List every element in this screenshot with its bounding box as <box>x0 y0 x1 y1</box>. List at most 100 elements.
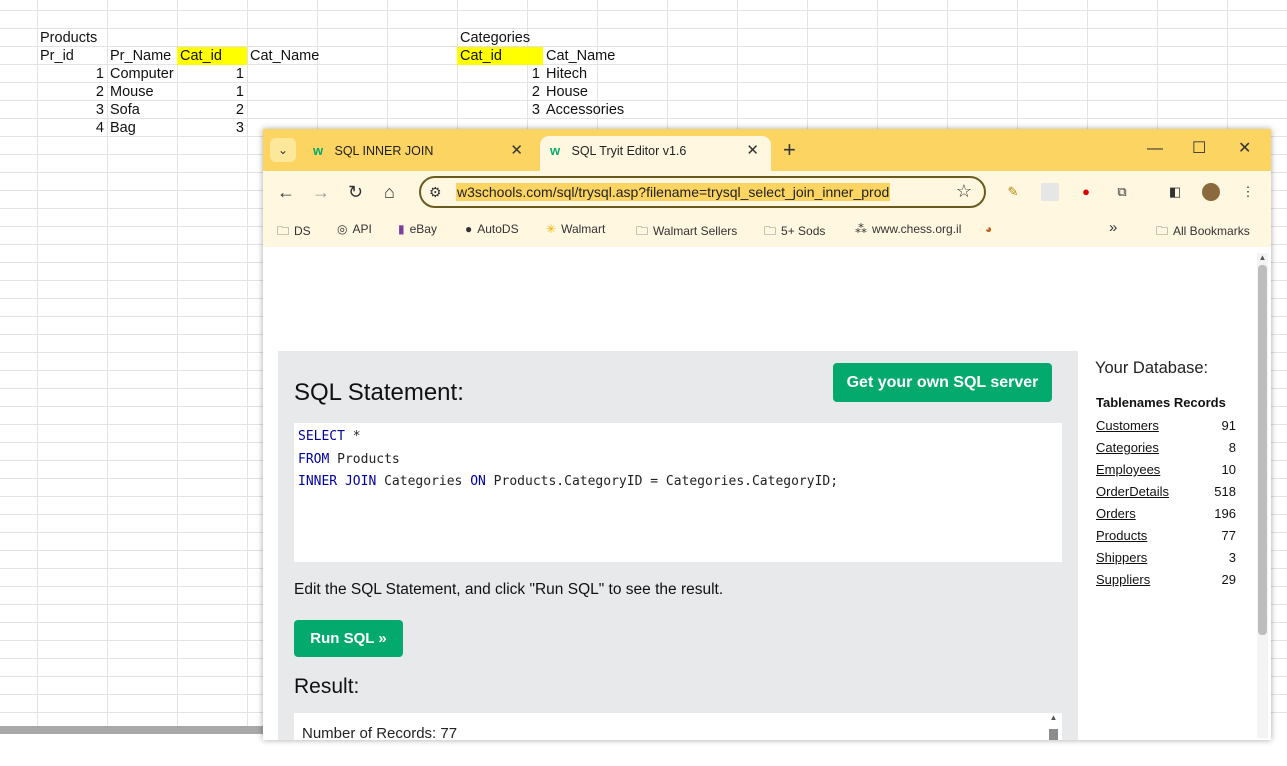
products-table-title: Products <box>40 30 98 46</box>
sql-text: Categories <box>376 474 471 489</box>
product-id-cell[interactable]: 1 <box>37 65 107 83</box>
tab-sql-inner-join[interactable]: w SQL INNER JOIN ✕ <box>303 136 535 171</box>
browser-window[interactable]: ⌄ w SQL INNER JOIN ✕ w SQL Tryit Editor … <box>263 129 1271 740</box>
run-sql-button[interactable]: Run SQL » <box>294 620 403 657</box>
page-scroll-thumb[interactable] <box>1258 265 1267 635</box>
table-link[interactable]: Orders <box>1096 506 1136 521</box>
product-id-cell[interactable]: 3 <box>37 101 107 119</box>
side-panel-icon[interactable]: ◧ <box>1166 183 1184 201</box>
adblock-extension-icon[interactable]: ● <box>1077 183 1095 201</box>
site-info-icon[interactable]: ⚙ <box>429 184 442 201</box>
extensions-puzzle-icon[interactable]: ⧉ <box>1113 183 1131 201</box>
forward-icon[interactable]: → <box>312 181 330 203</box>
table-link[interactable]: OrderDetails <box>1096 484 1169 499</box>
header-cat-id: Cat_id <box>457 47 543 65</box>
category-id-cell[interactable]: 2 <box>457 83 543 101</box>
product-name-cell[interactable]: Sofa <box>107 101 177 119</box>
db-table-row[interactable]: Products 77 <box>1096 525 1236 547</box>
product-name-cell[interactable]: Mouse <box>107 83 177 101</box>
tab-title: SQL Tryit Editor v1.6 <box>571 144 687 158</box>
table-link[interactable]: Products <box>1096 528 1147 543</box>
table-link[interactable]: Categories <box>1096 440 1159 455</box>
db-table-row[interactable]: Employees 10 <box>1096 459 1236 481</box>
bookmark-chess[interactable]: ⁂ www.chess.org.il <box>855 222 961 236</box>
profile-avatar-icon[interactable] <box>1202 183 1220 201</box>
product-id-cell[interactable]: 4 <box>37 119 107 137</box>
db-table-row[interactable]: OrderDetails 518 <box>1096 481 1236 503</box>
bookmark-api[interactable]: ◎ API <box>337 222 372 236</box>
blank-extension-icon[interactable] <box>1041 183 1059 201</box>
sheet-horizontal-scrollbar[interactable] <box>0 726 263 734</box>
more-bookmarks-chevron-icon[interactable]: » <box>1109 219 1117 236</box>
all-bookmarks-label: All Bookmarks <box>1173 224 1250 238</box>
bookmark-walmart-sellers[interactable]: 🗀 Walmart Sellers <box>636 222 737 243</box>
sql-text: * <box>344 429 361 444</box>
result-scrollbar[interactable]: ▲ <box>1048 713 1059 740</box>
db-table-row[interactable]: Orders 196 <box>1096 503 1236 525</box>
record-count-cell: 77 <box>1221 528 1236 543</box>
table-link[interactable]: Customers <box>1096 418 1159 433</box>
db-table-row[interactable]: Categories 8 <box>1096 437 1236 459</box>
header-pr-id: Pr_id <box>40 48 74 64</box>
table-link[interactable]: Employees <box>1096 462 1160 477</box>
sql-keyword: FROM <box>298 451 330 467</box>
page-vertical-scrollbar[interactable]: ▲ <box>1257 253 1268 738</box>
product-name-cell[interactable]: Bag <box>107 119 177 137</box>
address-bar[interactable]: ⚙ w3schools.com/sql/trysql.asp?filename=… <box>419 176 986 208</box>
header-cat-name: Cat_Name <box>250 48 320 64</box>
result-scroll-thumb[interactable] <box>1049 729 1058 740</box>
scroll-up-arrow-icon[interactable]: ▲ <box>1048 713 1059 722</box>
css-extension-icon[interactable]: ✎ <box>1004 183 1022 201</box>
db-table-row[interactable]: Customers 91 <box>1096 415 1236 437</box>
close-tab-icon[interactable]: ✕ <box>510 136 523 166</box>
category-id-cell[interactable]: 3 <box>457 101 543 119</box>
category-name-cell[interactable]: House <box>543 83 643 101</box>
sql-editor[interactable]: SELECT * FROM Products INNER JOIN Catego… <box>294 423 1062 562</box>
home-icon[interactable]: ⌂ <box>384 181 395 203</box>
product-cat-cell[interactable]: 1 <box>177 65 247 83</box>
autods-icon: ● <box>465 222 473 236</box>
table-link[interactable]: Suppliers <box>1096 572 1150 587</box>
category-name-cell[interactable]: Hitech <box>543 65 643 83</box>
bookmark-ds[interactable]: 🗀 DS <box>277 222 311 243</box>
tab-sql-tryit-editor[interactable]: w SQL Tryit Editor v1.6 ✕ <box>540 136 771 171</box>
table-link[interactable]: Shippers <box>1096 550 1147 565</box>
reload-icon[interactable]: ↻ <box>348 181 363 203</box>
maximize-icon[interactable]: ☐ <box>1192 137 1206 161</box>
product-name-cell[interactable]: Computer <box>107 65 177 83</box>
scroll-up-arrow-icon[interactable]: ▲ <box>1257 253 1268 262</box>
folder-icon: 🗀 <box>764 224 777 238</box>
db-table-row[interactable]: Suppliers 29 <box>1096 569 1236 591</box>
product-id-cell[interactable]: 2 <box>37 83 107 101</box>
category-id-cell[interactable]: 1 <box>457 65 543 83</box>
tab-search-dropdown-icon[interactable]: ⌄ <box>270 138 296 162</box>
result-title: Result: <box>294 675 360 698</box>
product-cat-cell[interactable]: 1 <box>177 83 247 101</box>
minimize-icon[interactable]: — <box>1147 137 1163 161</box>
get-own-sql-server-button[interactable]: Get your own SQL server <box>833 363 1052 402</box>
menu-kebab-icon[interactable]: ⋮ <box>1239 183 1257 201</box>
ebay-icon: ▮ <box>398 222 405 236</box>
db-table-row[interactable]: Shippers 3 <box>1096 547 1236 569</box>
bookmark-autods[interactable]: ● AutoDS <box>465 222 519 236</box>
product-cat-cell[interactable]: 3 <box>177 119 247 137</box>
bookmark-5-sods[interactable]: 🗀 5+ Sods <box>764 222 825 243</box>
close-tab-icon[interactable]: ✕ <box>746 136 759 166</box>
bookmark-ebay[interactable]: ▮ eBay <box>398 222 437 236</box>
back-icon[interactable]: ← <box>277 181 295 203</box>
url-text[interactable]: w3schools.com/sql/trysql.asp?filename=tr… <box>456 183 891 201</box>
bookmarks-bar: 🗀 DS ◎ API ▮ eBay ● AutoDS ✳ Walmart 🗀 Walmart… <box>263 213 1271 247</box>
category-name-cell[interactable]: Accessories <box>543 101 643 119</box>
record-count-cell: 3 <box>1228 550 1236 565</box>
folder-icon: 🗀 <box>277 224 290 238</box>
bookmark-star-icon[interactable]: ☆ <box>956 181 972 202</box>
product-cat-cell[interactable]: 2 <box>177 101 247 119</box>
sql-keyword: SELECT <box>298 429 345 444</box>
page-viewport[interactable]: Get your own SQL server SQL Statement: S… <box>263 247 1271 740</box>
bookmark-label: 5+ Sods <box>781 224 826 238</box>
close-window-icon[interactable]: ✕ <box>1238 137 1251 161</box>
bookmark-extra-icon[interactable]: ◕ <box>985 222 992 236</box>
bookmark-walmart[interactable]: ✳ Walmart <box>546 222 605 236</box>
new-tab-icon[interactable]: + <box>783 138 796 162</box>
all-bookmarks[interactable]: 🗀 All Bookmarks <box>1156 222 1250 243</box>
